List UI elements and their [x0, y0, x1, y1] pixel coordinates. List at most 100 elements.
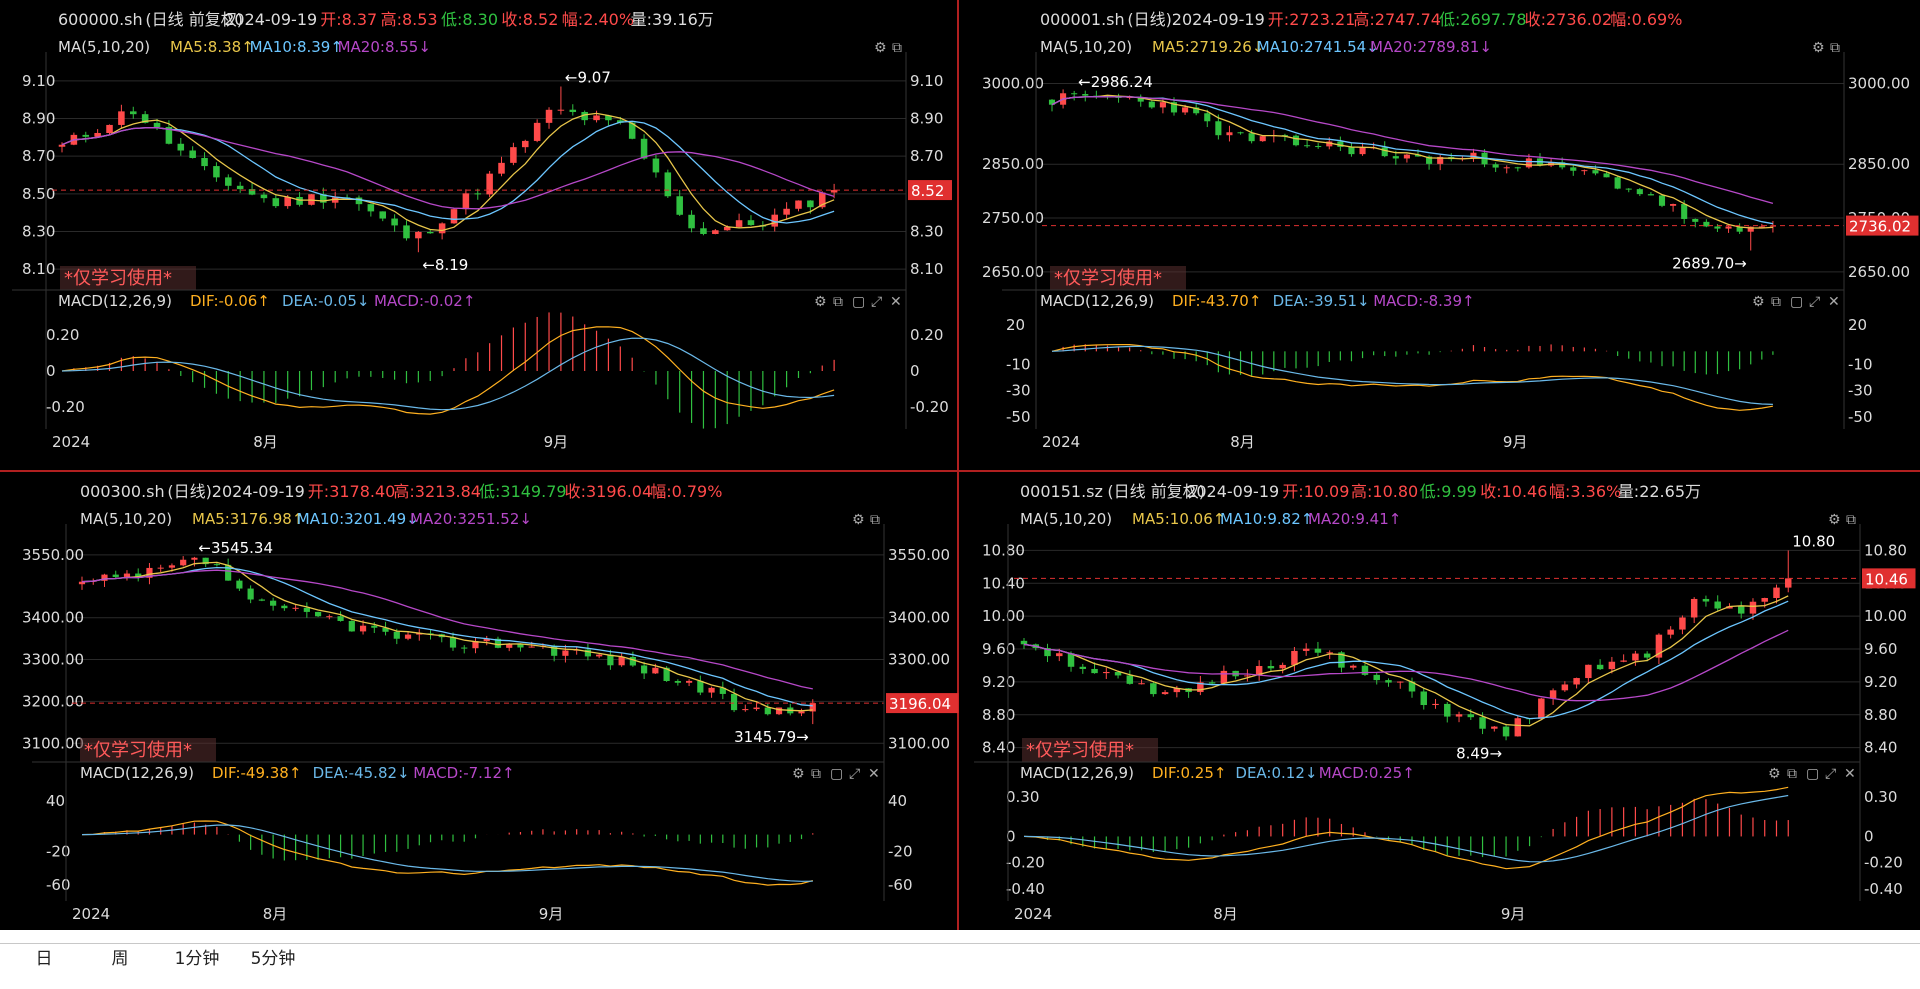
- ma20-value: MA20:8.55↓: [338, 38, 431, 56]
- settings-icon: ⚙: [814, 294, 827, 310]
- candle-body: [371, 625, 378, 628]
- candle-body: [1159, 102, 1166, 108]
- candle-body: [1079, 666, 1087, 669]
- close-value: 收:10.46: [1480, 482, 1547, 501]
- candle-body: [153, 122, 161, 127]
- last-price-label: 8.52: [911, 182, 944, 200]
- macd-tick-left: 20: [1006, 316, 1025, 334]
- candle-body: [157, 567, 164, 569]
- macd-tick-right: -10: [1848, 355, 1873, 373]
- candle-body: [403, 225, 410, 239]
- price-tick-left: 9.60: [982, 640, 1015, 658]
- volume-value: 量:39.16万: [631, 10, 714, 29]
- candle-body: [1585, 664, 1592, 679]
- candle-body: [1056, 653, 1063, 657]
- bar-date: 2024-09-19: [1172, 10, 1265, 29]
- candle-body: [189, 150, 196, 158]
- candle-body: [569, 109, 577, 112]
- candle-body: [557, 109, 565, 111]
- tab-1min[interactable]: 1分钟: [154, 944, 240, 974]
- price-tick-left: 3000.00: [982, 75, 1044, 93]
- candle-body: [730, 693, 738, 711]
- open-value: 开:10.09: [1282, 482, 1349, 501]
- candle-body: [528, 646, 535, 648]
- high-annotation: ←3545.34: [198, 539, 273, 557]
- open-value: 开:2723.21: [1268, 10, 1356, 29]
- x-axis-label: 8月: [253, 433, 278, 451]
- candle-body: [1702, 598, 1710, 602]
- candle-body: [1714, 601, 1721, 609]
- macd-tick-left: 0: [46, 362, 56, 380]
- macd-tick-right: 0: [910, 362, 920, 380]
- macd-tick-left: 40: [46, 792, 65, 810]
- change-value: 幅:3.36%: [1549, 482, 1621, 501]
- price-tick-left: 8.40: [982, 739, 1015, 757]
- candle-body: [1126, 675, 1134, 684]
- candle-body: [1349, 665, 1357, 668]
- candle-body: [1267, 666, 1275, 669]
- price-tick-right: 3000.00: [1848, 75, 1910, 93]
- candle-body: [1761, 597, 1768, 602]
- price-tick-right: 3300.00: [888, 651, 950, 669]
- macd-dif: DIF:-43.70↑: [1172, 292, 1261, 310]
- candle-body: [533, 122, 541, 141]
- ma10-value: MA10:9.82↑: [1220, 510, 1313, 528]
- candle-body: [798, 711, 805, 714]
- price-tick-right: 8.10: [910, 260, 943, 278]
- watermark: *仅学习使用*: [1026, 740, 1134, 761]
- period-tab-bar: 日 周 1分钟 5分钟: [0, 943, 1920, 989]
- price-tick-left: 2850.00: [982, 155, 1044, 173]
- candle-body: [1148, 101, 1155, 108]
- stock-code: 000151.sz: [1020, 482, 1103, 501]
- macd-tick-right: -20: [888, 842, 913, 860]
- x-axis-label: 8月: [1230, 433, 1255, 451]
- settings-icon: ⚙: [792, 766, 805, 782]
- candle-body: [1514, 167, 1521, 169]
- candle-body: [664, 172, 672, 197]
- tab-5min[interactable]: 5分钟: [230, 944, 316, 974]
- candle-body: [225, 177, 232, 186]
- ma5-value: MA5:8.38↑: [170, 38, 254, 56]
- settings-icon: ⚙: [1812, 40, 1825, 56]
- candle-body: [1103, 671, 1110, 674]
- ma-label: MA(5,10,20): [1040, 38, 1132, 56]
- copy-icon: ⧉: [833, 294, 843, 310]
- low-value: 低:2697.78: [1439, 10, 1527, 29]
- price-tick-left: 10.40: [982, 574, 1025, 592]
- candle-body: [168, 565, 176, 568]
- candle-body: [486, 173, 493, 195]
- candle-body: [180, 559, 187, 566]
- candle-body: [1603, 173, 1610, 178]
- ma20-value: MA20:2789.81↓: [1370, 38, 1492, 56]
- candle-body: [1570, 167, 1577, 171]
- window-icon: ▢: [1806, 766, 1819, 782]
- candle-body: [1150, 683, 1157, 695]
- tab-day[interactable]: 日: [16, 944, 72, 974]
- price-tick-right: 3550.00: [888, 546, 950, 564]
- candle-body: [1503, 167, 1510, 169]
- candle-body: [1667, 629, 1674, 635]
- macd-tick-right: -60: [888, 876, 913, 894]
- candle-body: [1690, 598, 1698, 618]
- macd-tick-right: -30: [1848, 382, 1873, 400]
- candle-body: [258, 599, 265, 601]
- x-axis-label: 9月: [1503, 433, 1528, 451]
- x-axis-label: 9月: [544, 433, 569, 451]
- tab-week[interactable]: 周: [92, 944, 148, 974]
- low-value: 低:9.99: [1420, 482, 1477, 501]
- ma10-value: MA10:3201.49↓: [297, 510, 419, 528]
- candle-body: [1244, 675, 1251, 677]
- price-tick-left: 3100.00: [22, 734, 84, 752]
- high-annotation: 10.80: [1792, 532, 1835, 550]
- candle-body: [1514, 718, 1522, 737]
- candle-body: [735, 220, 743, 227]
- maximize-icon: ⤢: [1809, 294, 1820, 310]
- copy-icon: ⧉: [1771, 294, 1781, 310]
- last-price-label: 2736.02: [1849, 218, 1911, 236]
- x-axis-label: 9月: [1501, 905, 1526, 923]
- candle-body: [1502, 726, 1510, 737]
- last-price-label: 10.46: [1865, 570, 1908, 588]
- candle-body: [1226, 132, 1233, 136]
- candle-body: [1658, 195, 1666, 206]
- candle-body: [82, 134, 90, 137]
